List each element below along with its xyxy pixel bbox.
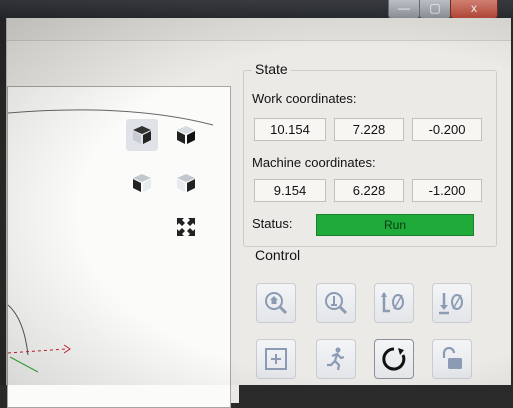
reset-button[interactable] (374, 339, 414, 379)
zero-xy-button[interactable] (374, 283, 414, 323)
view-iso-right-icon (177, 174, 195, 192)
minimize-button[interactable]: — (388, 0, 420, 19)
machine-y-field: 6.228 (334, 179, 404, 202)
x-axis-arrow (63, 344, 71, 354)
view-iso-left-icon (133, 174, 151, 192)
unlock-icon (442, 346, 462, 369)
view-right-button[interactable] (170, 167, 202, 199)
panel-splitter[interactable] (231, 58, 239, 403)
state-groupbox: State Work coordinates: 10.154 7.228 -0.… (243, 61, 497, 247)
status-indicator: Run (316, 214, 474, 236)
work-x-field: 10.154 (254, 118, 326, 141)
zero-z-icon (439, 293, 463, 315)
machine-x-field: 9.154 (254, 179, 326, 202)
work-y-field: 7.228 (334, 118, 404, 141)
probe-z-icon (325, 292, 348, 315)
unlock-button[interactable] (432, 339, 472, 379)
reset-icon (382, 347, 406, 371)
close-button[interactable]: x (450, 0, 498, 19)
zero-z-button[interactable] (432, 283, 472, 323)
app-window: State Work coordinates: 10.154 7.228 -0.… (6, 18, 511, 408)
view-iso-front-icon (133, 126, 151, 144)
probe-button[interactable] (316, 283, 356, 323)
view-front-button[interactable] (126, 119, 158, 151)
fit-view-icon (177, 218, 195, 236)
view-left-button[interactable] (126, 167, 158, 199)
view-iso-top-icon (177, 126, 195, 144)
jog-button[interactable] (316, 339, 356, 379)
state-title: State (252, 61, 291, 77)
home-search-icon (265, 292, 288, 315)
zero-xy-icon (381, 292, 404, 313)
x-axis-line (8, 348, 67, 354)
control-groupbox: Control (243, 247, 497, 392)
machine-z-field: -1.200 (412, 179, 482, 202)
status-label: Status: (252, 216, 293, 231)
restore-origin-button[interactable] (256, 339, 296, 379)
work-coordinates-label: Work coordinates: (252, 91, 357, 106)
restore-origin-icon (265, 348, 287, 370)
view-top-button[interactable] (170, 119, 202, 151)
toolbar-strip (7, 18, 511, 41)
work-z-field: -0.200 (412, 118, 482, 141)
control-title: Control (252, 247, 304, 263)
maximize-button[interactable]: ▢ (419, 0, 451, 19)
y-axis-line (9, 356, 39, 373)
home-button[interactable] (256, 283, 296, 323)
toolpath-curve (8, 304, 29, 356)
machine-coordinates-label: Machine coordinates: (252, 155, 376, 170)
fit-view-button[interactable] (170, 211, 202, 243)
jog-run-icon (327, 347, 345, 371)
visualizer-viewport[interactable] (7, 86, 231, 408)
